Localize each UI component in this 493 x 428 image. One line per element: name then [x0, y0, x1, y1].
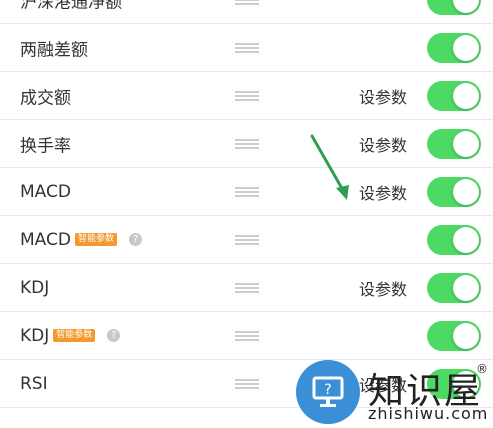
indicator-label: KDJ — [20, 278, 49, 298]
annotation-arrow-icon — [310, 134, 349, 200]
toggle-knob — [453, 130, 479, 157]
indicator-name: MACD — [20, 229, 71, 250]
indicator-name: 换手率 — [20, 136, 71, 156]
set-params-button[interactable]: 设参数 — [359, 276, 407, 300]
list-item: KDJ 设参数 — [0, 264, 493, 312]
drag-handle-icon[interactable] — [235, 91, 259, 100]
toggle-knob — [453, 34, 479, 61]
indicator-label: 成交额 — [20, 83, 71, 108]
watermark-logo-icon: ? — [296, 360, 360, 424]
list-item: 两融差额 — [0, 24, 493, 72]
indicator-toggle[interactable] — [427, 176, 481, 207]
indicator-toggle[interactable] — [427, 320, 481, 351]
indicator-label: KDJ 智能参数 ? — [20, 325, 121, 346]
set-params-button[interactable]: 设参数 — [359, 84, 407, 108]
set-params-button[interactable]: 设参数 — [359, 132, 407, 156]
smart-params-badge: 智能参数 — [74, 233, 117, 246]
indicator-label: MACD 智能参数 ? — [20, 230, 142, 250]
toggle-knob — [453, 82, 479, 109]
drag-handle-icon[interactable] — [235, 187, 259, 196]
indicator-name: 两融差额 — [20, 40, 88, 60]
svg-text:?: ? — [324, 382, 331, 398]
drag-handle-icon[interactable] — [235, 379, 259, 388]
indicator-name: RSI — [20, 373, 48, 394]
indicator-toggle[interactable] — [427, 80, 481, 111]
toggle-knob — [453, 274, 479, 301]
toggle-knob — [453, 226, 479, 253]
indicator-label: 两融差额 — [20, 35, 88, 60]
toggle-knob — [453, 0, 479, 13]
list-item: KDJ 智能参数 ? — [0, 312, 493, 360]
drag-handle-icon[interactable] — [235, 139, 259, 148]
watermark-domain: zhishiwu.com — [368, 404, 489, 423]
set-params-button[interactable]: 设参数 — [359, 180, 407, 204]
drag-handle-icon[interactable] — [235, 331, 259, 340]
indicator-name: MACD — [20, 181, 71, 202]
drag-handle-icon[interactable] — [235, 235, 259, 244]
list-item: 成交额 设参数 — [0, 72, 493, 120]
indicator-name: 沪深港通净额 — [20, 0, 122, 12]
indicator-toggle[interactable] — [427, 0, 481, 15]
indicator-toggle[interactable] — [427, 224, 481, 255]
indicator-toggle[interactable] — [427, 128, 481, 159]
toggle-knob — [453, 322, 479, 349]
indicator-name: 成交额 — [20, 88, 71, 108]
watermark-registered-mark: ® — [476, 362, 488, 376]
indicator-list: 沪深港通净额 两融差额 成交额 设参数 换手率 设参数 MACD 设参数 MAC… — [0, 0, 493, 408]
help-icon[interactable]: ? — [107, 329, 121, 342]
drag-handle-icon[interactable] — [235, 43, 259, 52]
indicator-label: RSI — [20, 374, 48, 394]
list-item: 换手率 设参数 — [0, 120, 493, 168]
smart-params-badge: 智能参数 — [53, 329, 96, 342]
indicator-label: MACD — [20, 182, 71, 202]
indicator-label: 换手率 — [20, 131, 71, 156]
list-item: MACD 智能参数 ? — [0, 216, 493, 264]
watermark: ? 知识屋 ® zhishiwu.com — [296, 360, 493, 428]
indicator-name: KDJ — [20, 325, 50, 346]
drag-handle-icon[interactable] — [235, 283, 259, 292]
help-icon[interactable]: ? — [128, 233, 142, 246]
list-item: MACD 设参数 — [0, 168, 493, 216]
indicator-toggle[interactable] — [427, 272, 481, 303]
indicator-name: KDJ — [20, 277, 50, 298]
drag-handle-icon[interactable] — [235, 0, 259, 4]
list-item: 沪深港通净额 — [0, 0, 493, 24]
indicator-label: 沪深港通净额 — [20, 0, 122, 12]
toggle-knob — [453, 178, 479, 205]
indicator-toggle[interactable] — [427, 32, 481, 63]
